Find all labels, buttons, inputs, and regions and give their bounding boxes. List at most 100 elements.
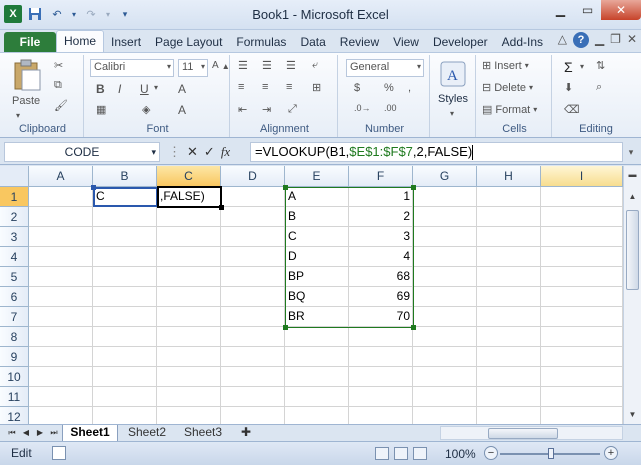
grid-cell[interactable] xyxy=(29,387,93,407)
grid-cell[interactable] xyxy=(157,327,221,347)
grid-cell[interactable] xyxy=(221,187,285,207)
tab-file[interactable]: File xyxy=(4,32,56,52)
doc-minimize-icon[interactable]: ▁ xyxy=(595,32,604,48)
grid-cell[interactable] xyxy=(541,327,623,347)
font-size-down-icon[interactable]: A xyxy=(178,82,186,96)
grid-cell[interactable] xyxy=(477,407,541,424)
grid-cell[interactable] xyxy=(541,387,623,407)
align-top-icon[interactable]: ☰ xyxy=(238,59,248,72)
zoom-out-icon[interactable]: − xyxy=(484,446,498,460)
fill-icon[interactable]: ⬇ xyxy=(564,81,573,94)
grid-cell[interactable] xyxy=(541,367,623,387)
zoom-level[interactable]: 100% xyxy=(445,447,476,461)
copy-icon[interactable]: ⧉ xyxy=(54,79,62,92)
currency-icon[interactable]: $ xyxy=(354,82,360,94)
grid-cell[interactable] xyxy=(93,407,157,424)
grid-cell[interactable] xyxy=(157,287,221,307)
grid-cell[interactable] xyxy=(29,287,93,307)
increase-decimal-icon[interactable]: .0→ xyxy=(354,103,371,113)
formula-input[interactable]: =VLOOKUP(B1,$E$1:$F$7,2,FALSE) xyxy=(250,142,623,162)
grid-cell[interactable] xyxy=(477,327,541,347)
grid-cell[interactable] xyxy=(29,367,93,387)
grid-cell[interactable] xyxy=(477,387,541,407)
grid-cell[interactable] xyxy=(349,347,413,367)
grid-cell[interactable] xyxy=(157,207,221,227)
vertical-scroll-thumb[interactable] xyxy=(626,210,639,290)
grid-cell[interactable] xyxy=(221,287,285,307)
grid-cell[interactable] xyxy=(413,347,477,367)
align-bottom-icon[interactable]: ☰ xyxy=(286,59,296,72)
grid-cell[interactable] xyxy=(157,407,221,424)
underline-dropdown-icon[interactable]: ▾ xyxy=(154,83,158,92)
tab-home[interactable]: Home xyxy=(56,30,105,52)
grid-cell[interactable] xyxy=(29,307,93,327)
clear-icon[interactable]: ⌫ xyxy=(564,103,580,116)
minimize-ribbon-icon[interactable]: △ xyxy=(558,32,567,48)
row-header[interactable]: 10 xyxy=(0,367,29,387)
merge-center-icon[interactable]: ⊞ xyxy=(312,81,321,94)
row-header[interactable]: 12 xyxy=(0,407,29,424)
grid-cell[interactable] xyxy=(413,247,477,267)
grid-cell[interactable] xyxy=(221,227,285,247)
last-sheet-icon[interactable]: ⏭ xyxy=(48,426,60,440)
cell-f6[interactable]: 69 xyxy=(349,287,413,307)
underline-icon[interactable]: U xyxy=(140,82,149,96)
align-middle-icon[interactable]: ☰ xyxy=(262,59,272,72)
autosum-dropdown-icon[interactable]: ▾ xyxy=(580,62,584,71)
column-header-g[interactable]: G xyxy=(413,166,477,187)
bold-icon[interactable]: B xyxy=(96,82,105,96)
scroll-up-icon[interactable]: ▲ xyxy=(624,188,641,205)
align-left-icon[interactable]: ≡ xyxy=(238,81,244,93)
grid-cell[interactable] xyxy=(413,227,477,247)
grid-cell[interactable] xyxy=(221,307,285,327)
grid-cell[interactable] xyxy=(541,187,623,207)
tab-view[interactable]: View xyxy=(386,32,426,52)
grid-cell[interactable] xyxy=(29,227,93,247)
cell-e2[interactable]: B xyxy=(285,207,349,227)
zoom-slider-knob[interactable] xyxy=(548,448,554,459)
row-header[interactable]: 8 xyxy=(0,327,29,347)
grid-cell[interactable] xyxy=(29,247,93,267)
borders-icon[interactable]: ▦ xyxy=(96,103,106,116)
grid-cell[interactable] xyxy=(29,187,93,207)
grid-cell[interactable] xyxy=(477,187,541,207)
cell-e4[interactable]: D xyxy=(285,247,349,267)
grid-cell[interactable] xyxy=(477,207,541,227)
doc-restore-icon[interactable]: ❐ xyxy=(610,32,621,48)
cut-icon[interactable]: ✂ xyxy=(54,59,63,72)
tab-data[interactable]: Data xyxy=(293,32,332,52)
grid-cell[interactable] xyxy=(541,227,623,247)
grid-cell[interactable] xyxy=(221,267,285,287)
grid-cell[interactable] xyxy=(413,367,477,387)
normal-view-icon[interactable] xyxy=(375,447,389,460)
page-layout-view-icon[interactable] xyxy=(394,447,408,460)
align-right-icon[interactable]: ≡ xyxy=(286,81,292,93)
worksheet-grid[interactable]: A B C D E F G H I 1 2 3 4 5 6 7 8 9 10 1… xyxy=(0,166,623,424)
grid-cell[interactable] xyxy=(221,347,285,367)
cell-f2[interactable]: 2 xyxy=(349,207,413,227)
orientation-icon[interactable]: ⤢ xyxy=(288,103,297,116)
column-header-f[interactable]: F xyxy=(349,166,413,187)
styles-dropdown-icon[interactable]: ▾ xyxy=(450,109,454,118)
grid-cell[interactable] xyxy=(29,347,93,367)
grid-cell[interactable] xyxy=(157,347,221,367)
grid-cell[interactable] xyxy=(157,307,221,327)
grid-cell[interactable] xyxy=(413,207,477,227)
paste-dropdown-icon[interactable]: ▾ xyxy=(16,111,20,120)
grid-cell[interactable] xyxy=(413,287,477,307)
fill-handle[interactable] xyxy=(219,205,224,210)
cell-f3[interactable]: 3 xyxy=(349,227,413,247)
grid-cell[interactable] xyxy=(413,307,477,327)
grid-cell[interactable] xyxy=(477,247,541,267)
grid-cell[interactable] xyxy=(221,407,285,424)
cell-f7[interactable]: 70 xyxy=(349,307,413,327)
tab-insert[interactable]: Insert xyxy=(104,32,148,52)
italic-icon[interactable]: I xyxy=(118,82,121,96)
grid-cell[interactable] xyxy=(477,267,541,287)
horizontal-scroll-thumb[interactable] xyxy=(488,428,558,439)
row-header[interactable]: 11 xyxy=(0,387,29,407)
grid-cell[interactable] xyxy=(541,267,623,287)
grid-cell[interactable] xyxy=(413,267,477,287)
doc-close-icon[interactable]: ✕ xyxy=(627,32,637,48)
zoom-in-icon[interactable]: + xyxy=(604,446,618,460)
